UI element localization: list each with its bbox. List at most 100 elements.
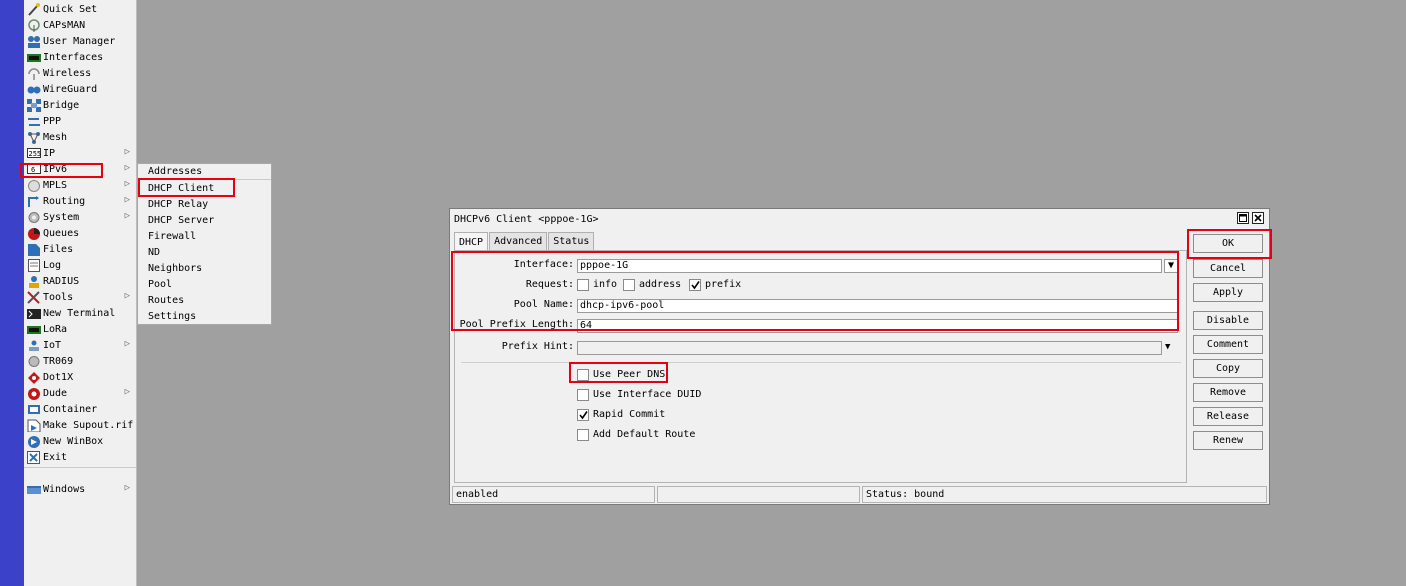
dropdown-arrow-icon[interactable]: ▼ xyxy=(1165,342,1170,352)
add-default-route-checkbox[interactable] xyxy=(577,429,589,441)
submenu-arrow-icon: ▷ xyxy=(124,483,130,493)
use-interface-duid-checkbox[interactable] xyxy=(577,389,589,401)
sidebar-item-wireless[interactable]: Wireless xyxy=(24,65,136,81)
antenna-icon xyxy=(27,18,41,32)
sidebar-item-new-winbox[interactable]: New WinBox xyxy=(24,433,136,449)
pool-prefix-length-label: Pool Prefix Length: xyxy=(459,319,574,330)
sidebar-item-mesh[interactable]: Mesh xyxy=(24,129,136,145)
ipv6-icon: 6 xyxy=(27,163,41,176)
submenu-item-pool[interactable]: Pool xyxy=(138,276,271,292)
cancel-button[interactable]: Cancel xyxy=(1193,259,1263,278)
disable-button[interactable]: Disable xyxy=(1193,311,1263,330)
ok-button[interactable]: OK xyxy=(1193,234,1263,253)
exit-icon xyxy=(27,450,41,464)
prefix-hint-label: Prefix Hint: xyxy=(501,341,574,352)
dropdown-arrow-icon[interactable]: ▼ xyxy=(1164,259,1178,273)
release-button[interactable]: Release xyxy=(1193,407,1263,426)
routing-icon xyxy=(27,195,41,208)
sidebar-item-ip[interactable]: 255 IP ▷ xyxy=(24,145,136,161)
tools-icon xyxy=(27,290,41,304)
pool-prefix-length-input[interactable]: 64 xyxy=(577,319,1178,333)
renew-button[interactable]: Renew xyxy=(1193,431,1263,450)
submenu-item-dhcp-server[interactable]: DHCP Server xyxy=(138,212,271,228)
sidebar-item-mpls[interactable]: MPLS ▷ xyxy=(24,177,136,193)
sidebar-item-iot[interactable]: IoT ▷ xyxy=(24,337,136,353)
use-peer-dns-label: Use Peer DNS xyxy=(593,369,666,380)
windows-icon xyxy=(27,483,41,496)
wand-icon xyxy=(27,2,41,16)
tab-status[interactable]: Status xyxy=(548,232,595,250)
sidebar-item-quick-set[interactable]: Quick Set xyxy=(24,1,136,17)
sidebar-item-lora[interactable]: LoRa xyxy=(24,321,136,337)
apply-button[interactable]: Apply xyxy=(1193,283,1263,302)
request-label: Request: xyxy=(525,279,574,290)
sidebar-item-ipv6[interactable]: 6 IPv6 ▷ xyxy=(24,161,136,177)
interfaces-icon xyxy=(27,51,41,64)
sidebar-item-system[interactable]: System ▷ xyxy=(24,209,136,225)
sidebar-item-routing[interactable]: Routing ▷ xyxy=(24,193,136,209)
submenu-item-neighbors[interactable]: Neighbors xyxy=(138,260,271,276)
remove-button[interactable]: Remove xyxy=(1193,383,1263,402)
sidebar-item-make-supout[interactable]: Make Supout.rif xyxy=(24,417,136,433)
rapid-commit-checkbox[interactable] xyxy=(577,409,589,421)
dialog-titlebar[interactable]: DHCPv6 Client <pppoe-1G> xyxy=(450,209,1269,229)
wireless-icon xyxy=(27,67,41,80)
radius-icon xyxy=(27,275,41,288)
interface-select[interactable]: pppoe-1G xyxy=(577,259,1162,273)
comment-button[interactable]: Comment xyxy=(1193,335,1263,354)
submenu-item-routes[interactable]: Routes xyxy=(138,292,271,308)
use-peer-dns-checkbox[interactable] xyxy=(577,369,589,381)
submenu-arrow-icon: ▷ xyxy=(124,339,130,349)
sidebar-item-bridge[interactable]: Bridge xyxy=(24,97,136,113)
sidebar-item-container[interactable]: Container xyxy=(24,401,136,417)
tab-advanced[interactable]: Advanced xyxy=(489,232,548,250)
submenu-arrow-icon: ▷ xyxy=(124,195,130,205)
prefix-hint-input[interactable] xyxy=(577,341,1162,355)
submenu-arrow-icon: ▷ xyxy=(124,291,130,301)
sidebar-item-files[interactable]: Files xyxy=(24,241,136,257)
sidebar-item-new-terminal[interactable]: New Terminal xyxy=(24,305,136,321)
submenu-item-firewall[interactable]: Firewall xyxy=(138,228,271,244)
sidebar-item-queues[interactable]: Queues xyxy=(24,225,136,241)
copy-button[interactable]: Copy xyxy=(1193,359,1263,378)
status-enabled: enabled xyxy=(452,486,655,503)
request-prefix-checkbox[interactable] xyxy=(689,279,701,291)
submenu-item-settings[interactable]: Settings xyxy=(138,308,271,324)
request-address-checkbox[interactable] xyxy=(623,279,635,291)
sidebar-item-dot1x[interactable]: Dot1X xyxy=(24,369,136,385)
maximize-icon[interactable] xyxy=(1237,212,1249,224)
tab-dhcp[interactable]: DHCP xyxy=(454,232,489,251)
submenu-item-dhcp-relay[interactable]: DHCP Relay xyxy=(138,196,271,212)
sidebar-item-dude[interactable]: Dude ▷ xyxy=(24,385,136,401)
mesh-icon xyxy=(27,131,41,144)
interface-label: Interface: xyxy=(513,259,574,270)
wireguard-icon xyxy=(27,83,41,96)
sidebar-item-wireguard[interactable]: WireGuard xyxy=(24,81,136,97)
submenu-item-nd[interactable]: ND xyxy=(138,244,271,260)
ip-icon: 255 xyxy=(27,147,41,160)
sidebar-item-log[interactable]: Log xyxy=(24,257,136,273)
sidebar-item-ppp[interactable]: PPP xyxy=(24,113,136,129)
close-icon[interactable] xyxy=(1252,212,1264,224)
sidebar-divider xyxy=(24,467,136,468)
sidebar-item-radius[interactable]: RADIUS xyxy=(24,273,136,289)
request-info-checkbox[interactable] xyxy=(577,279,589,291)
sidebar-item-exit[interactable]: Exit xyxy=(24,449,136,465)
sidebar-item-capsman[interactable]: CAPsMAN xyxy=(24,17,136,33)
ppp-icon xyxy=(27,115,41,128)
sidebar-item-tools[interactable]: Tools ▷ xyxy=(24,289,136,305)
sidebar-item-windows[interactable]: Windows ▷ xyxy=(24,481,136,497)
winbox-side-strip xyxy=(0,0,24,586)
users-icon xyxy=(27,35,41,48)
sidebar-item-interfaces[interactable]: Interfaces xyxy=(24,49,136,65)
status-middle xyxy=(657,486,860,503)
submenu-item-addresses[interactable]: Addresses xyxy=(138,164,271,180)
lora-icon xyxy=(27,323,41,336)
pool-name-input[interactable]: dhcp-ipv6-pool xyxy=(577,299,1178,313)
submenu-item-dhcp-client[interactable]: DHCP Client xyxy=(138,180,271,196)
dialog-tabs: DHCP Advanced Status xyxy=(454,232,595,251)
rapid-commit-label: Rapid Commit xyxy=(593,409,666,420)
sidebar-item-tr069[interactable]: TR069 xyxy=(24,353,136,369)
sidebar-item-user-manager[interactable]: User Manager xyxy=(24,33,136,49)
winbox-icon xyxy=(27,435,41,448)
